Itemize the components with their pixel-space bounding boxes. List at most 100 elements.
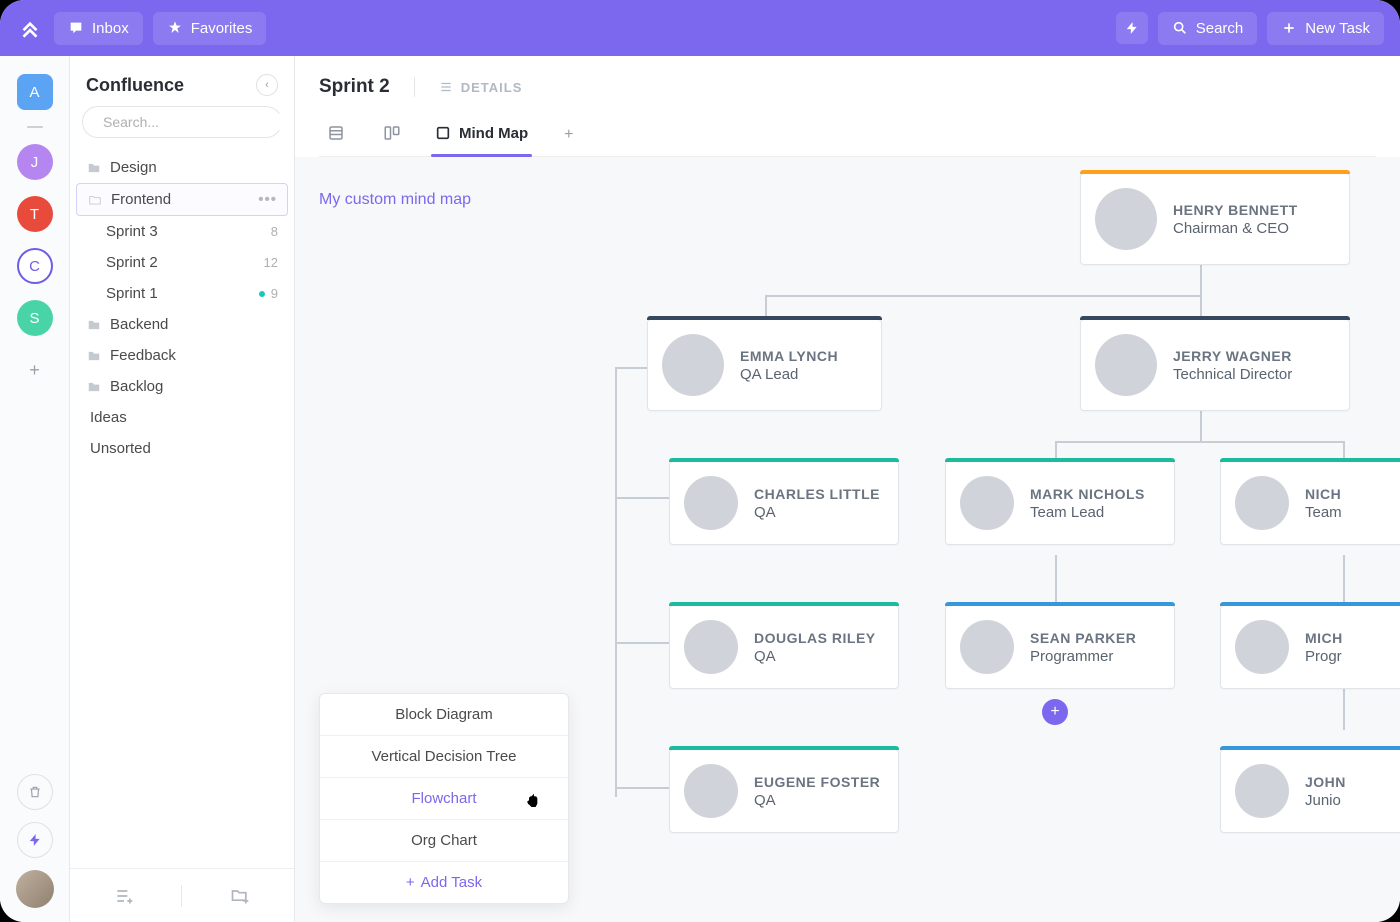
app-logo[interactable] [16,14,44,42]
org-name: EMMA LYNCH [740,348,838,364]
avatar [684,620,738,674]
popup-item-label: Flowchart [411,790,476,807]
new-task-button[interactable]: New Task [1267,12,1384,45]
new-task-label: New Task [1305,20,1370,37]
status-indicator [259,291,265,297]
favorites-label: Favorites [191,20,253,37]
content-area: Sprint 2 DETAILS M [295,56,1400,922]
sidebar-item-sprint2[interactable]: Sprint 2 12 [76,247,288,278]
org-role: Progr [1305,648,1343,665]
search-button[interactable]: Search [1158,12,1258,45]
new-folder-icon[interactable] [230,886,250,906]
space-avatar-j[interactable]: J [17,144,53,180]
search-input[interactable] [103,114,284,130]
item-label: Frontend [111,191,171,208]
page-title: Sprint 2 [319,76,390,98]
org-card-prog2[interactable]: MICH Progr [1220,605,1400,689]
popup-item-flowchart[interactable]: Flowchart [320,778,568,820]
org-card-tl1[interactable]: MARK NICHOLS Team Lead [945,461,1175,545]
org-card-qa1[interactable]: CHARLES LITTLE QA [669,461,899,545]
add-space-button[interactable]: + [17,352,53,388]
avatar [1235,476,1289,530]
list-icon [439,80,453,94]
collapse-sidebar-button[interactable]: ‹ [256,74,278,96]
folder-icon [86,380,102,394]
avatar [1235,620,1289,674]
view-tab-board[interactable] [375,114,409,156]
avatar [960,476,1014,530]
quick-action-button[interactable] [1116,12,1148,44]
org-card-jnr[interactable]: JOHN Junio [1220,749,1400,833]
avatar [1095,188,1157,250]
workspace-rail: A J T C S + [0,56,70,922]
popup-item-vertical-tree[interactable]: Vertical Decision Tree [320,736,568,778]
avatar [1095,334,1157,396]
details-button[interactable]: DETAILS [439,80,523,95]
sidebar-item-sprint1[interactable]: Sprint 1 9 [76,278,288,309]
view-tab-list[interactable] [319,114,353,156]
avatar [1235,764,1289,818]
org-card-qa3[interactable]: EUGENE FOSTER QA [669,749,899,833]
popup-item-block-diagram[interactable]: Block Diagram [320,694,568,736]
org-card-qa2[interactable]: DOUGLAS RILEY QA [669,605,899,689]
template-popup: Block Diagram Vertical Decision Tree Flo… [319,693,569,904]
avatar [662,334,724,396]
org-name: MARK NICHOLS [1030,486,1145,502]
org-card-ceo[interactable]: HENRY BENNETT Chairman & CEO [1080,173,1350,265]
user-avatar[interactable] [16,870,54,908]
add-view-button[interactable]: + [554,116,583,154]
add-node-button[interactable]: + [1042,699,1068,725]
divider [414,77,415,97]
mindmap-canvas[interactable]: My custom mind map [295,157,1400,922]
inbox-label: Inbox [92,20,129,37]
org-card-tech-dir[interactable]: JERRY WAGNER Technical Director [1080,319,1350,411]
tab-label: Mind Map [459,125,528,142]
item-label: Backend [110,316,168,333]
sidebar-item-frontend[interactable]: Frontend ••• [76,183,288,216]
org-role: Team Lead [1030,504,1145,521]
trash-icon[interactable] [17,774,53,810]
automations-icon[interactable] [17,822,53,858]
sidebar-item-sprint3[interactable]: Sprint 3 8 [76,216,288,247]
sidebar-item-unsorted[interactable]: Unsorted [76,433,288,464]
org-card-tl2[interactable]: NICH Team [1220,461,1400,545]
workspace-avatar-a[interactable]: A [17,74,53,110]
sidebar-item-backend[interactable]: Backend [76,309,288,340]
popup-add-task[interactable]: +Add Task [320,862,568,903]
org-card-prog1[interactable]: SEAN PARKER Programmer [945,605,1175,689]
space-avatar-t[interactable]: T [17,196,53,232]
inbox-button[interactable]: Inbox [54,12,143,45]
org-role: Technical Director [1173,366,1292,383]
org-name: SEAN PARKER [1030,630,1136,646]
org-role: Chairman & CEO [1173,220,1298,237]
sidebar-title: Confluence [86,75,184,96]
org-role: Junio [1305,792,1346,809]
sidebar-item-backlog[interactable]: Backlog [76,371,288,402]
cursor-icon [524,790,544,812]
org-name: JOHN [1305,774,1346,790]
add-task-label: Add Task [421,874,482,891]
new-list-icon[interactable] [114,886,134,906]
folder-open-icon [87,193,103,207]
item-label: Sprint 1 [106,285,251,302]
view-tab-mindmap[interactable]: Mind Map [431,115,532,156]
space-avatar-c[interactable]: C [17,248,53,284]
org-card-qa-lead[interactable]: EMMA LYNCH QA Lead [647,319,882,411]
org-name: JERRY WAGNER [1173,348,1292,364]
org-name: EUGENE FOSTER [754,774,880,790]
popup-item-org-chart[interactable]: Org Chart [320,820,568,862]
org-role: QA [754,792,880,809]
sidebar-item-design[interactable]: Design [76,152,288,183]
avatar [684,764,738,818]
favorites-button[interactable]: Favorites [153,12,267,45]
item-count: 8 [271,224,278,239]
org-name: DOUGLAS RILEY [754,630,876,646]
org-name: HENRY BENNETT [1173,202,1298,218]
sidebar-search[interactable] [82,106,282,138]
sidebar-item-feedback[interactable]: Feedback [76,340,288,371]
rail-separator [27,126,43,128]
sidebar-item-ideas[interactable]: Ideas [76,402,288,433]
space-avatar-s[interactable]: S [17,300,53,336]
item-menu-icon[interactable]: ••• [258,191,277,208]
folder-icon [86,161,102,175]
